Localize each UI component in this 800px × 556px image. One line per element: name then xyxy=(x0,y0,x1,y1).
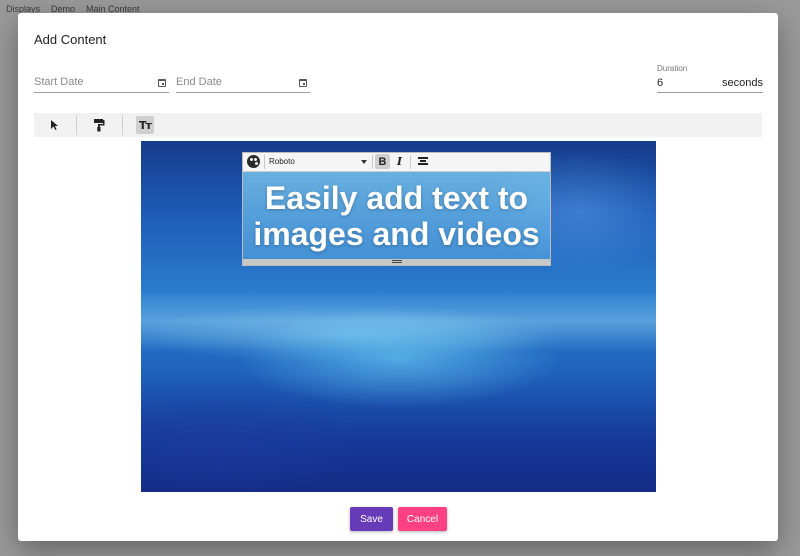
align-center-icon[interactable] xyxy=(418,157,428,167)
duration-label: Duration xyxy=(657,64,688,73)
save-button[interactable]: Save xyxy=(350,507,393,531)
dropdown-arrow-icon xyxy=(361,160,367,164)
resize-handle[interactable] xyxy=(243,259,550,265)
overlay-text-line: images and videos xyxy=(253,216,540,252)
duration-unit: seconds xyxy=(722,77,763,89)
font-family-value: Roboto xyxy=(269,157,295,166)
calendar-icon[interactable] xyxy=(158,79,166,87)
text-box-body[interactable]: Easily add text to images and videos xyxy=(243,172,550,261)
cursor-arrow-icon xyxy=(51,120,58,130)
media-canvas[interactable]: Roboto B I Easily add text to images and… xyxy=(141,141,656,492)
dialog-title: Add Content xyxy=(34,32,107,47)
palette-icon[interactable] xyxy=(247,155,260,168)
start-date-placeholder: Start Date xyxy=(34,76,84,88)
overlay-text-line: Easily add text to xyxy=(264,180,529,216)
paint-roller-icon xyxy=(94,119,105,132)
toolbar-divider xyxy=(372,155,373,169)
duration-value[interactable]: 6 xyxy=(657,77,663,89)
toolbar-divider xyxy=(410,155,411,169)
text-tool[interactable]: Tт xyxy=(136,116,154,134)
end-date-placeholder: End Date xyxy=(176,76,222,88)
editor-toolbar: Tт xyxy=(34,113,762,137)
toolbar-divider xyxy=(122,115,123,135)
text-format-toolbar: Roboto B I xyxy=(243,153,550,172)
add-content-dialog: Add Content Start Date End Date Duration… xyxy=(18,13,778,541)
overlay-text[interactable]: Easily add text to images and videos xyxy=(243,180,550,252)
select-tool[interactable] xyxy=(45,116,63,134)
start-date-field[interactable]: Start Date xyxy=(34,73,169,93)
italic-button[interactable]: I xyxy=(392,154,407,169)
end-date-field[interactable]: End Date xyxy=(176,73,310,93)
text-box[interactable]: Roboto B I Easily add text to images and… xyxy=(242,152,551,266)
duration-field[interactable]: 6 seconds xyxy=(657,74,763,93)
background-image xyxy=(141,291,656,351)
toolbar-divider xyxy=(264,155,265,169)
calendar-icon[interactable] xyxy=(299,79,307,87)
font-family-select[interactable]: Roboto xyxy=(269,154,367,170)
text-size-icon: Tт xyxy=(139,118,152,132)
bold-button[interactable]: B xyxy=(375,154,390,169)
paint-roller-tool[interactable] xyxy=(90,116,108,134)
cancel-button[interactable]: Cancel xyxy=(398,507,447,531)
toolbar-divider xyxy=(76,115,77,135)
